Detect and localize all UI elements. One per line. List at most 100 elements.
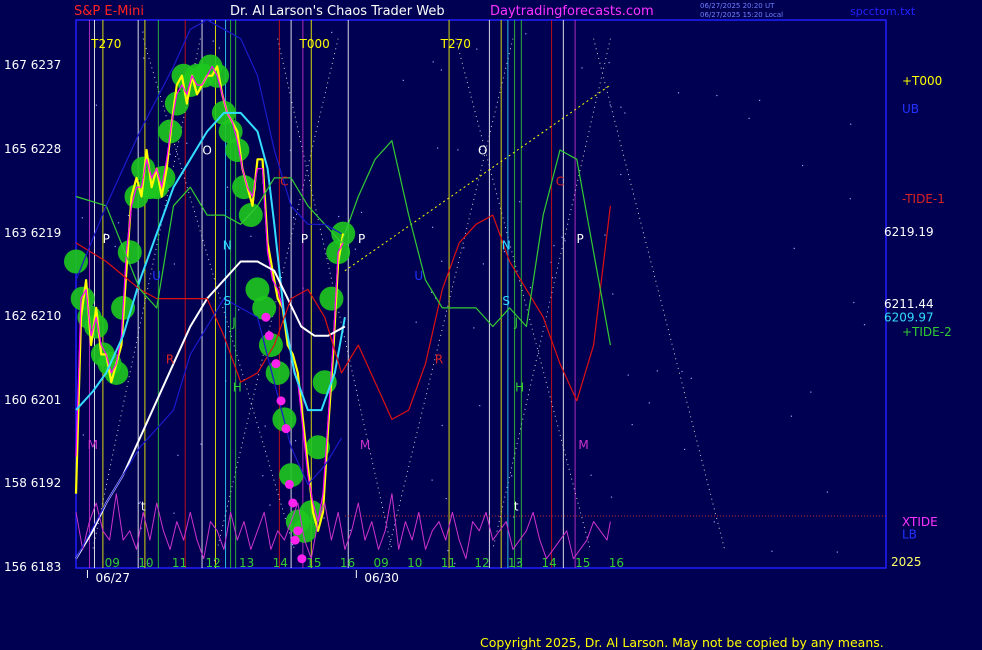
speckle-dot	[525, 33, 527, 35]
speckle-dot	[440, 69, 442, 71]
speckle-dot	[482, 263, 484, 265]
speckle-dot	[226, 186, 229, 188]
speckle-dot	[212, 40, 214, 42]
speckle-dot	[445, 498, 447, 500]
annotation-label: O	[202, 144, 211, 158]
speckle-dot	[402, 79, 404, 81]
annotation-label: C	[556, 174, 564, 188]
speckle-dot	[295, 440, 297, 442]
speckle-dot	[648, 402, 650, 404]
y-tick-label: 165 6228	[4, 142, 62, 157]
speckle-dot	[143, 57, 145, 59]
date-label: 06/27	[95, 571, 130, 585]
speckle-dot	[127, 214, 130, 217]
speckle-dot	[331, 31, 333, 33]
speckle-dot	[581, 67, 583, 69]
speckle-dot	[627, 374, 629, 376]
speckle-dot	[681, 370, 683, 373]
speckle-dot	[850, 123, 852, 125]
x-tick-label: 12	[474, 556, 489, 570]
site-link[interactable]: Daytradingforecasts.com	[490, 4, 654, 19]
diagonal-dotted-line	[388, 38, 514, 550]
speckle-dot	[238, 309, 240, 311]
speckle-dot	[853, 301, 855, 304]
speckle-dot	[250, 235, 252, 237]
y-tick-label: 163 6219	[4, 225, 62, 240]
speckle-dot	[810, 391, 812, 393]
speckle-dot	[624, 112, 626, 114]
speckle-dot	[95, 104, 97, 106]
file-label: spcctom.txt	[850, 5, 916, 18]
speckle-dot	[609, 104, 611, 106]
x-tick-label: 13	[508, 556, 523, 570]
speckle-dot	[269, 504, 271, 506]
speckle-dot	[173, 512, 175, 514]
speckle-dot	[690, 377, 692, 379]
y-tick-label: 160 6201	[4, 392, 62, 407]
speckle-dot	[553, 245, 555, 247]
y-tick-label: 162 6210	[4, 309, 62, 324]
right-value-label: 6209.97	[884, 310, 934, 324]
annotation-label: P	[103, 232, 110, 246]
x-tick-label: 13	[239, 556, 254, 570]
speckle-dot	[360, 211, 363, 213]
price-glow-dot	[319, 286, 344, 311]
speckle-dot	[177, 454, 179, 456]
speckle-dot	[863, 324, 866, 326]
x-tick-label: 10	[138, 556, 153, 570]
speckle-dot	[457, 149, 459, 151]
legend-label: +TIDE-2	[902, 325, 952, 339]
magenta-dot	[290, 535, 300, 545]
speckle-dot	[169, 153, 171, 155]
speckle-dot	[473, 327, 475, 329]
y-tick-label: 158 6192	[4, 476, 62, 491]
speckle-dot	[519, 201, 521, 203]
series-xtide	[75, 493, 611, 560]
annotation-label: N	[223, 238, 232, 252]
chart-canvas: T270 T000 T270PONSJURHCPMPMURONSJHCPMt t+T0…	[64, 19, 952, 585]
speckle-dot	[826, 491, 828, 493]
annotation-label: t	[141, 499, 146, 513]
legend-label: +T000	[902, 74, 942, 88]
speckle-dot	[849, 198, 851, 200]
speckle-dot	[620, 106, 622, 108]
speckle-dot	[608, 62, 610, 64]
annotation-label: N	[502, 238, 511, 252]
x-tick-label: 14	[542, 556, 557, 570]
speckle-dot	[620, 173, 622, 176]
annotation-label: T000	[299, 37, 330, 51]
speckle-dot	[349, 529, 351, 531]
speckle-dot	[447, 550, 449, 552]
speckle-dot	[431, 479, 433, 481]
t000-trend-line	[344, 84, 611, 272]
speckle-dot	[716, 94, 718, 97]
annotation-label: M	[88, 438, 98, 452]
plot-frame	[75, 19, 887, 569]
magenta-dot	[261, 312, 271, 322]
speckle-dot	[479, 405, 481, 407]
legend-label: -TIDE-1	[902, 192, 945, 206]
speckle-dot	[186, 142, 188, 144]
magenta-dot	[276, 396, 286, 406]
speckle-dot	[142, 31, 144, 33]
annotation-label: M	[578, 438, 588, 452]
x-tick-label: 09	[105, 556, 120, 570]
speckle-dot	[293, 217, 295, 219]
price-glow-dot	[238, 203, 263, 228]
x-tick-label: 09	[373, 556, 388, 570]
speckle-dot	[81, 217, 83, 219]
speckle-dot	[793, 247, 795, 249]
magenta-dot	[264, 331, 274, 341]
annotation-label: C	[280, 174, 288, 188]
speckle-dot	[476, 48, 478, 50]
right-value-label: 6219.19	[884, 225, 934, 239]
speckle-dot	[604, 234, 606, 236]
speckle-dot	[264, 425, 266, 427]
speckle-dot	[138, 502, 140, 504]
magenta-dot	[271, 359, 281, 369]
annotation-label: R	[166, 353, 174, 367]
date-label: 06/30	[364, 571, 399, 585]
speckle-dot	[759, 99, 761, 101]
x-tick-label: 16	[609, 556, 624, 570]
annotation-label: P	[301, 232, 308, 246]
